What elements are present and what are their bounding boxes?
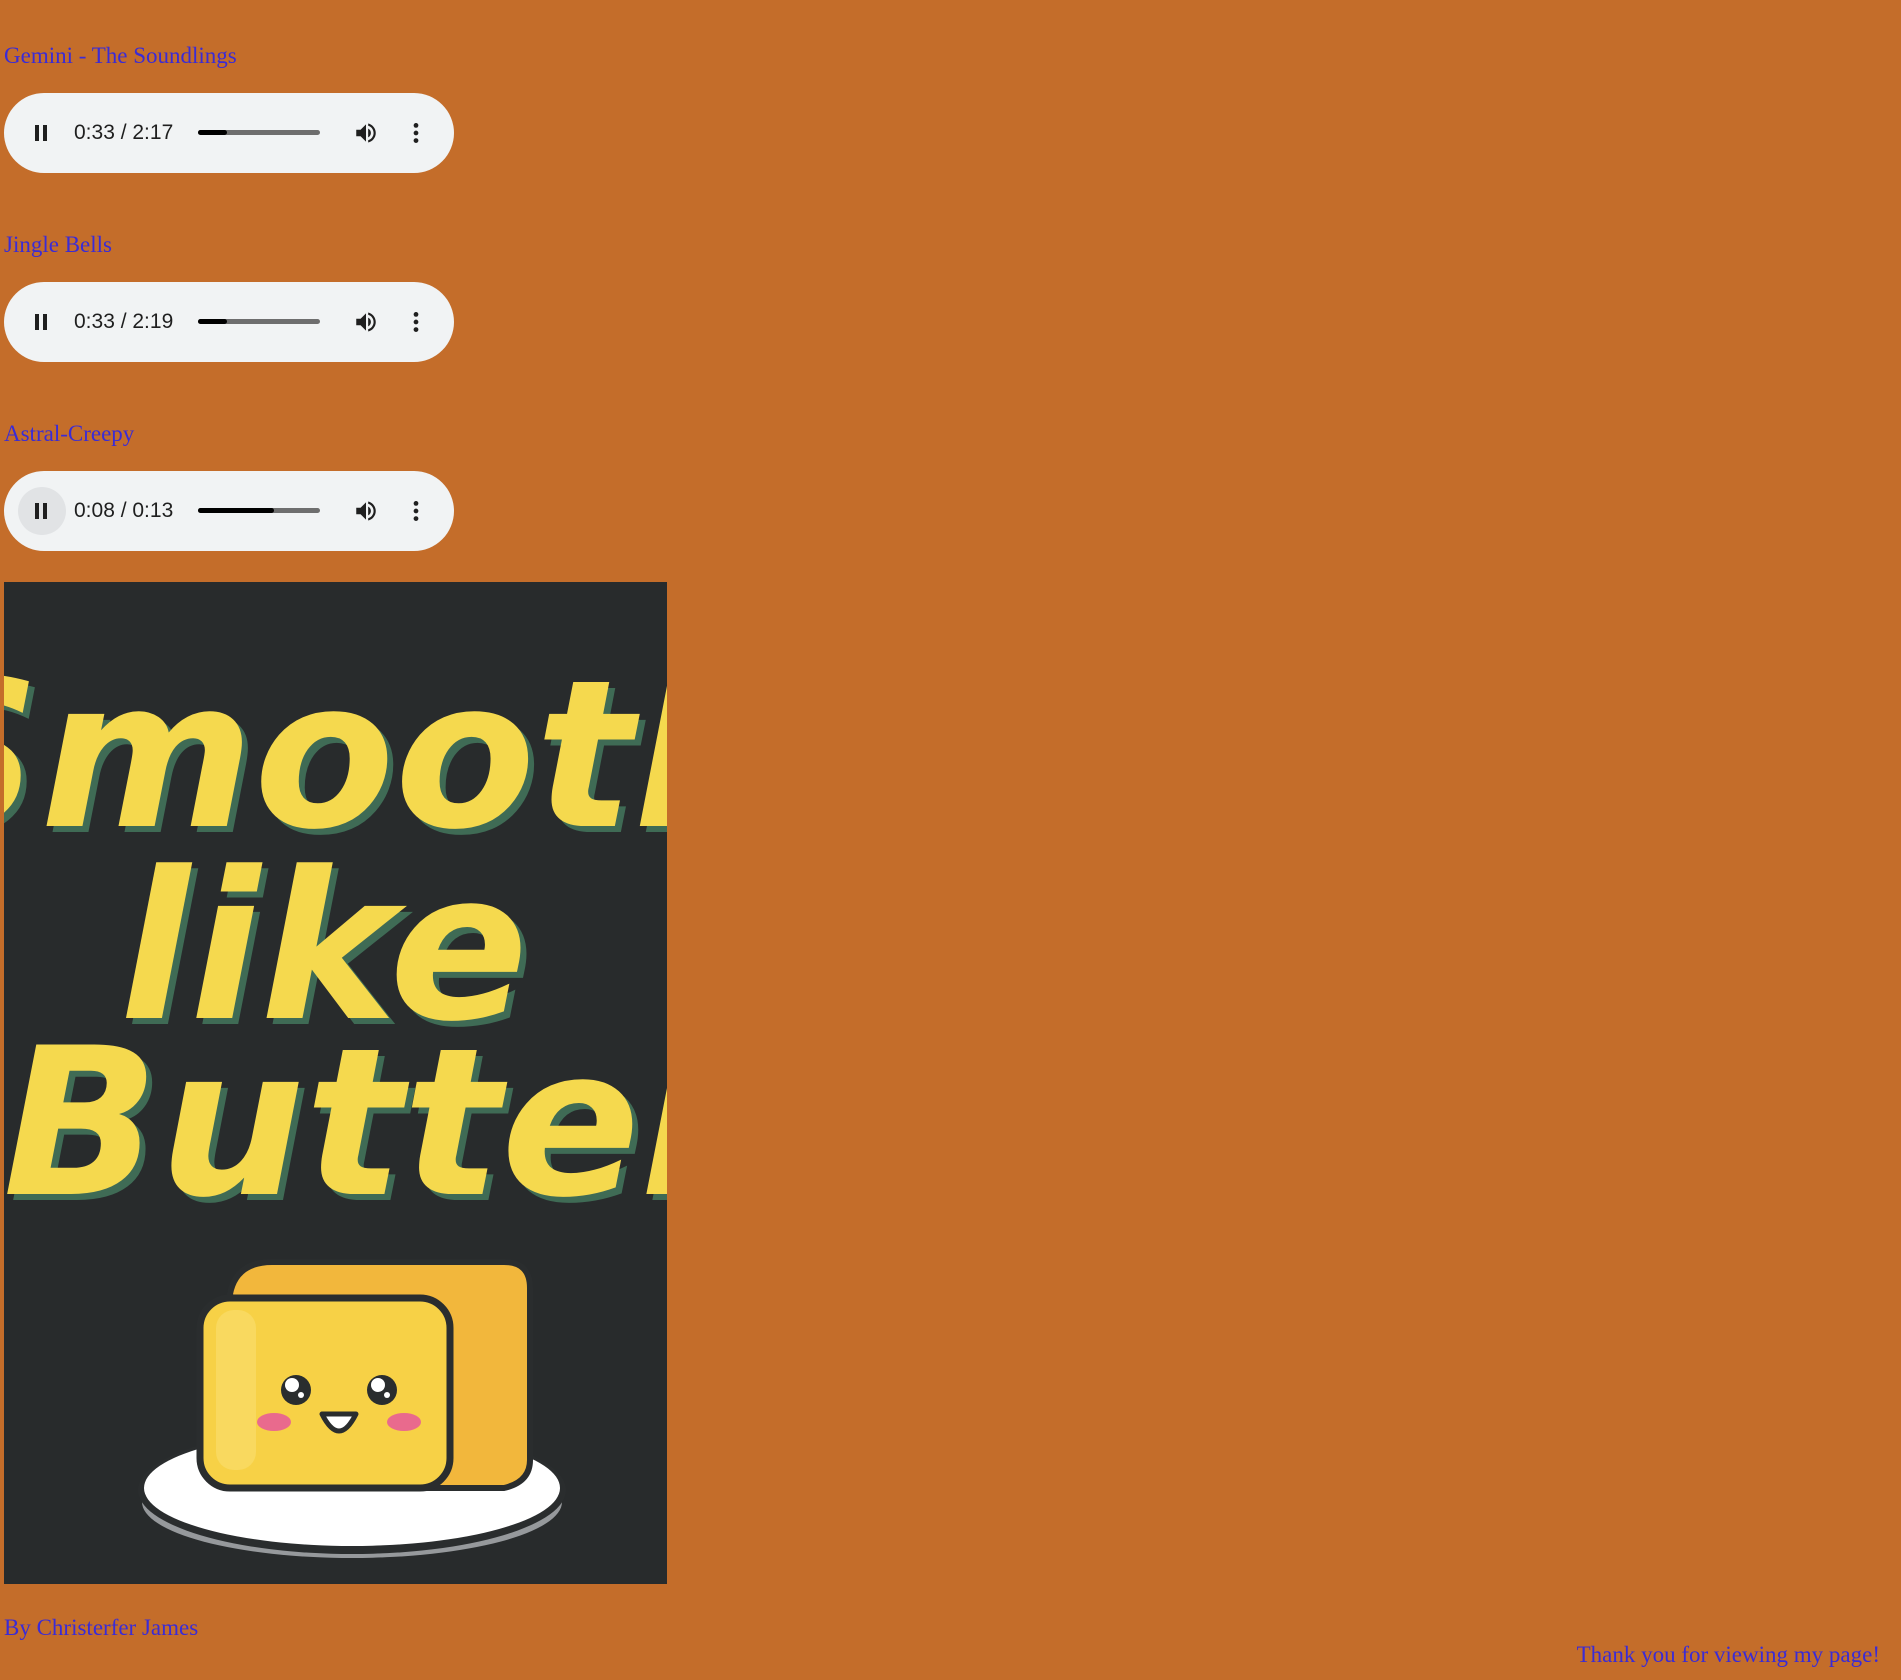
seek-slider[interactable] (198, 130, 320, 135)
poster-text-line3: Butter (4, 1005, 667, 1243)
volume-button[interactable] (350, 117, 382, 149)
audio-player: 0:33 / 2:17 (4, 93, 454, 173)
butter-illustration: Smooth like Butter Smooth like Butter (4, 582, 667, 1584)
time-display: 0:33 / 2:17 (74, 121, 174, 144)
author-credit: By Christerfer James (4, 1615, 199, 1640)
pause-button[interactable] (18, 298, 66, 346)
thank-you-message: Thank you for viewing my page! (1576, 1642, 1880, 1667)
time-display: 0:33 / 2:19 (74, 310, 174, 333)
more-vert-icon (413, 123, 419, 143)
pause-icon (35, 314, 47, 330)
seek-progress (198, 130, 228, 135)
track-title: Jingle Bells (4, 232, 112, 257)
audio-player: 0:33 / 2:19 (4, 282, 454, 362)
seek-slider[interactable] (198, 508, 320, 513)
time-display: 0:08 / 0:13 (74, 499, 174, 522)
volume-icon (356, 123, 376, 143)
volume-button[interactable] (350, 495, 382, 527)
pause-button[interactable] (18, 109, 66, 157)
volume-icon (356, 312, 376, 332)
more-options-button[interactable] (400, 495, 432, 527)
seek-progress (198, 319, 228, 324)
seek-slider[interactable] (198, 319, 320, 324)
audio-player: 0:08 / 0:13 (4, 471, 454, 551)
volume-icon (356, 501, 376, 521)
track-title: Astral-Creepy (4, 421, 135, 446)
pause-icon (35, 503, 47, 519)
smooth-like-butter-poster: Smooth like Butter Smooth like Butter (4, 582, 667, 1584)
more-vert-icon (413, 312, 419, 332)
pause-icon (35, 125, 47, 141)
more-vert-icon (413, 501, 419, 521)
volume-button[interactable] (350, 306, 382, 338)
pause-button[interactable] (18, 487, 66, 535)
page: Gemini - The Soundlings 0:33 / 2:17 Jing… (0, 0, 1901, 1680)
seek-progress (198, 508, 274, 513)
more-options-button[interactable] (400, 117, 432, 149)
track-title: Gemini - The Soundlings (4, 43, 237, 68)
more-options-button[interactable] (400, 306, 432, 338)
